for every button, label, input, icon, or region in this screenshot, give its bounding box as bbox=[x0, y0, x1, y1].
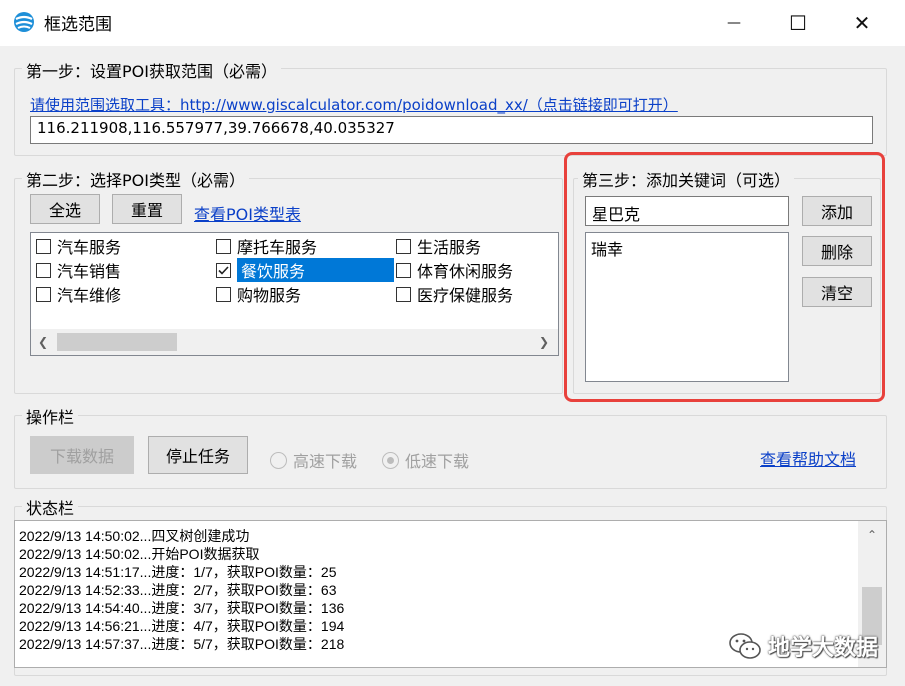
poi-type-item-selected[interactable]: 餐饮服务 bbox=[216, 258, 394, 282]
log-line: 2022/9/13 14:54:40...进度：3/7，获取POI数量：136 bbox=[19, 600, 345, 616]
poi-type-item[interactable]: 体育休闲服务 bbox=[396, 259, 513, 281]
maximize-icon: ☐ bbox=[789, 11, 807, 35]
close-icon: ✕ bbox=[853, 11, 871, 35]
stop-task-button[interactable]: 停止任务 bbox=[148, 436, 248, 474]
log-line: 2022/9/13 14:50:02...四叉树创建成功 bbox=[19, 528, 250, 544]
poi-type-item[interactable]: 医疗保健服务 bbox=[396, 283, 513, 305]
minimize-icon: — bbox=[727, 15, 741, 31]
status-label: 状态栏 bbox=[22, 495, 79, 519]
operations-label: 操作栏 bbox=[22, 404, 79, 428]
log-line: 2022/9/13 14:56:21...进度：4/7，获取POI数量：194 bbox=[19, 618, 345, 634]
range-bounds-field[interactable]: 116.211908,116.557977,39.766678,40.03532… bbox=[30, 116, 873, 144]
poi-type-list: 汽车服务 汽车销售 汽车维修 摩托车服务 餐饮服务 购物服务 生活服务 体育休闲… bbox=[30, 232, 559, 356]
globe-app-icon bbox=[12, 10, 36, 34]
checkbox[interactable] bbox=[216, 238, 231, 254]
fast-download-radio[interactable]: 高速下载 bbox=[270, 448, 357, 472]
poi-type-item[interactable]: 摩托车服务 bbox=[216, 235, 317, 257]
window-title: 框选范围 bbox=[44, 15, 112, 35]
range-tool-link[interactable]: 请使用范围选取工具：http://www.giscalculator.com/p… bbox=[30, 94, 678, 115]
download-data-button[interactable]: 下载数据 bbox=[30, 436, 134, 474]
radio-circle[interactable] bbox=[270, 451, 287, 469]
poi-type-item[interactable]: 汽车服务 bbox=[36, 235, 121, 257]
close-button[interactable]: ✕ bbox=[832, 0, 892, 46]
scrollbar-thumb[interactable] bbox=[57, 333, 177, 351]
select-all-button[interactable]: 全选 bbox=[30, 194, 100, 224]
step1-label: 第一步：设置POI获取范围（必需） bbox=[22, 58, 281, 82]
radio-circle-selected[interactable] bbox=[382, 451, 399, 469]
reset-button[interactable]: 重置 bbox=[112, 194, 182, 224]
poi-type-item[interactable]: 汽车销售 bbox=[36, 259, 121, 281]
log-line: 2022/9/13 14:51:17...进度：1/7，获取POI数量：25 bbox=[19, 564, 337, 580]
help-doc-link[interactable]: 查看帮助文档 bbox=[760, 446, 856, 470]
slow-download-radio[interactable]: 低速下载 bbox=[382, 448, 469, 472]
minimize-button[interactable]: — bbox=[704, 0, 764, 46]
poi-type-table-link[interactable]: 查看POI类型表 bbox=[194, 201, 301, 225]
poi-type-item[interactable]: 生活服务 bbox=[396, 235, 481, 257]
checkbox[interactable] bbox=[396, 286, 411, 302]
checkbox[interactable] bbox=[396, 238, 411, 254]
wechat-icon bbox=[729, 633, 761, 659]
highlight-annotation-box bbox=[564, 152, 885, 402]
checkmark-icon bbox=[218, 265, 229, 275]
log-line: 2022/9/13 14:52:33...进度：2/7，获取POI数量：63 bbox=[19, 582, 337, 598]
scroll-right-icon[interactable]: ❯ bbox=[534, 329, 554, 355]
step2-label: 第二步：选择POI类型（必需） bbox=[22, 167, 249, 191]
checkbox[interactable] bbox=[36, 238, 51, 254]
horizontal-scrollbar[interactable]: ❮ ❯ bbox=[31, 329, 558, 355]
log-line: 2022/9/13 14:50:02...开始POI数据获取 bbox=[19, 546, 260, 562]
poi-type-item[interactable]: 购物服务 bbox=[216, 283, 301, 305]
checkbox[interactable] bbox=[396, 262, 411, 278]
maximize-button[interactable]: ☐ bbox=[768, 0, 828, 46]
scroll-left-icon[interactable]: ❮ bbox=[33, 329, 53, 355]
watermark: 地学大数据 bbox=[728, 630, 878, 662]
checkbox[interactable] bbox=[36, 262, 51, 278]
checkbox-checked[interactable] bbox=[216, 262, 231, 278]
poi-type-item[interactable]: 汽车维修 bbox=[36, 283, 121, 305]
scroll-up-icon[interactable]: ⌃ bbox=[858, 525, 886, 545]
checkbox[interactable] bbox=[36, 286, 51, 302]
checkbox[interactable] bbox=[216, 286, 231, 302]
log-line: 2022/9/13 14:57:37...进度：5/7，获取POI数量：218 bbox=[19, 636, 345, 652]
